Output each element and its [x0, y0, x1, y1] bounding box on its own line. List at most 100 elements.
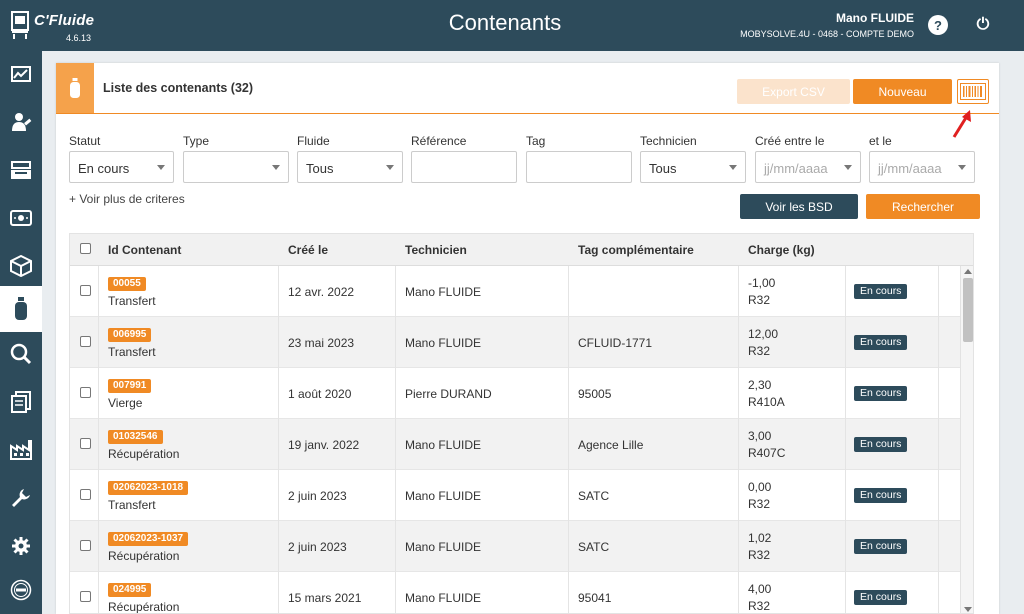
- documents-icon[interactable]: [0, 379, 42, 425]
- technicien-label: Technicien: [640, 134, 697, 148]
- fluide-select[interactable]: Tous: [297, 151, 403, 183]
- scroll-up-icon[interactable]: [964, 269, 972, 274]
- table-row[interactable]: 02062023-1018 Transfert 2 juin 2023 Mano FL…: [70, 470, 960, 521]
- statut-select[interactable]: En cours: [69, 151, 174, 183]
- col-created[interactable]: Créé le: [288, 243, 328, 257]
- gear-icon[interactable]: [0, 523, 42, 569]
- barcode-button[interactable]: [957, 79, 989, 104]
- col-charge[interactable]: Charge (kg): [748, 243, 815, 257]
- row-checkbox[interactable]: [80, 591, 91, 602]
- status-badge: En cours: [854, 386, 908, 401]
- status-badge: En cours: [854, 284, 908, 299]
- date-from-input[interactable]: jj/mm/aaaa: [755, 151, 861, 183]
- type-select[interactable]: [183, 151, 289, 183]
- container-id-badge[interactable]: 01032546: [108, 430, 163, 444]
- type-label: Type: [183, 134, 210, 148]
- row-checkbox[interactable]: [80, 540, 91, 551]
- technician-name: Mano FLUIDE: [405, 540, 482, 554]
- fluid-value: R32: [748, 344, 771, 358]
- row-checkbox[interactable]: [80, 387, 91, 398]
- table-row[interactable]: 007991 Vierge 1 août 2020 Pierre DURAND 9500…: [70, 368, 960, 419]
- col-tag[interactable]: Tag complémentaire: [578, 243, 694, 257]
- status-badge: En cours: [854, 488, 908, 503]
- fluide-value: Tous: [306, 161, 334, 176]
- wrench-icon[interactable]: [0, 475, 42, 521]
- container-type: Récupération: [108, 549, 180, 563]
- containers-panel: Liste des contenants (32) Export CSV Nou…: [56, 63, 999, 614]
- table-row[interactable]: 006995 Transfert 23 mai 2023 Mano FLUIDE CFL…: [70, 317, 960, 368]
- export-csv-button[interactable]: Export CSV: [737, 79, 850, 104]
- select-all-checkbox[interactable]: [80, 243, 91, 254]
- table-row[interactable]: 00055 Transfert 12 avr. 2022 Mano FLUIDE -1,…: [70, 266, 960, 317]
- row-checkbox[interactable]: [80, 285, 91, 296]
- power-icon[interactable]: ⏻: [973, 15, 993, 35]
- created-date: 23 mai 2023: [288, 336, 355, 350]
- date-to-input[interactable]: jj/mm/aaaa: [869, 151, 975, 183]
- tag-label: Tag: [526, 134, 546, 148]
- more-criteria-link[interactable]: + Voir plus de criteres: [69, 192, 185, 206]
- tag-input[interactable]: [526, 151, 632, 183]
- created-date: 19 janv. 2022: [288, 438, 360, 452]
- technician-name: Pierre DURAND: [405, 387, 492, 401]
- scroll-thumb[interactable]: [963, 278, 973, 342]
- container-id-badge[interactable]: 00055: [108, 277, 146, 291]
- status-badge: En cours: [854, 539, 908, 554]
- register-icon[interactable]: [0, 147, 42, 193]
- created-date: 2 juin 2023: [288, 489, 347, 503]
- containers-table: Id Contenant Créé le Technicien Tag comp…: [69, 233, 974, 614]
- container-id-badge[interactable]: 02062023-1037: [108, 532, 189, 546]
- table-row[interactable]: 024995 Récupération 15 mars 2021 Mano FLUID…: [70, 572, 960, 613]
- view-bsd-button[interactable]: Voir les BSD: [740, 194, 858, 219]
- container-id-badge[interactable]: 02062023-1018: [108, 481, 189, 495]
- scroll-down-icon[interactable]: [964, 607, 972, 612]
- container-id-badge[interactable]: 024995: [108, 583, 152, 597]
- panel-title: Liste des contenants (32): [103, 81, 254, 95]
- sidebar: [0, 51, 42, 614]
- technicien-value: Tous: [649, 161, 677, 176]
- chevron-down-icon: [844, 165, 852, 170]
- help-icon[interactable]: ?: [928, 15, 948, 35]
- table-scrollbar[interactable]: [960, 266, 973, 613]
- new-button[interactable]: Nouveau: [853, 79, 952, 104]
- charge-value: 4,00: [748, 582, 772, 596]
- technicien-select[interactable]: Tous: [640, 151, 746, 183]
- fluid-value: R32: [748, 548, 771, 562]
- table-row[interactable]: 01032546 Récupération 19 janv. 2022 Mano FL…: [70, 419, 960, 470]
- chevron-down-icon: [157, 165, 165, 170]
- created-date: 12 avr. 2022: [288, 285, 355, 299]
- panel-header: Liste des contenants (32) Export CSV Nou…: [56, 63, 999, 114]
- status-badge: En cours: [854, 437, 908, 452]
- status-badge: En cours: [854, 590, 908, 605]
- status-badge: En cours: [854, 335, 908, 350]
- cash-icon[interactable]: [0, 195, 42, 241]
- box-icon[interactable]: [0, 243, 42, 289]
- technician-icon[interactable]: [0, 99, 42, 145]
- col-id[interactable]: Id Contenant: [108, 243, 181, 257]
- tag-value: 95041: [578, 591, 612, 605]
- container-type: Transfert: [108, 294, 156, 308]
- reference-input[interactable]: [411, 151, 517, 183]
- col-technician[interactable]: Technicien: [405, 243, 467, 257]
- charge-value: -1,00: [748, 276, 776, 290]
- row-checkbox[interactable]: [80, 336, 91, 347]
- search-icon[interactable]: [0, 331, 42, 377]
- created-date: 15 mars 2021: [288, 591, 362, 605]
- factory-icon[interactable]: [0, 427, 42, 473]
- fluid-value: R32: [748, 599, 771, 613]
- track-icon[interactable]: [0, 567, 42, 613]
- container-id-badge[interactable]: 006995: [108, 328, 152, 342]
- row-checkbox[interactable]: [80, 489, 91, 500]
- date-to-placeholder: jj/mm/aaaa: [878, 161, 942, 176]
- row-checkbox[interactable]: [80, 438, 91, 449]
- chevron-down-icon: [958, 165, 966, 170]
- red-arrow-icon: [952, 110, 971, 138]
- technician-name: Mano FLUIDE: [405, 285, 482, 299]
- container-type: Transfert: [108, 345, 156, 359]
- chart-icon[interactable]: [0, 51, 42, 97]
- table-row[interactable]: 02062023-1037 Récupération 2 juin 2023 Mano…: [70, 521, 960, 572]
- chevron-down-icon: [386, 165, 394, 170]
- search-button[interactable]: Rechercher: [866, 194, 980, 219]
- reference-label: Référence: [411, 134, 467, 148]
- container-id-badge[interactable]: 007991: [108, 379, 152, 393]
- cylinder-icon[interactable]: [0, 286, 42, 332]
